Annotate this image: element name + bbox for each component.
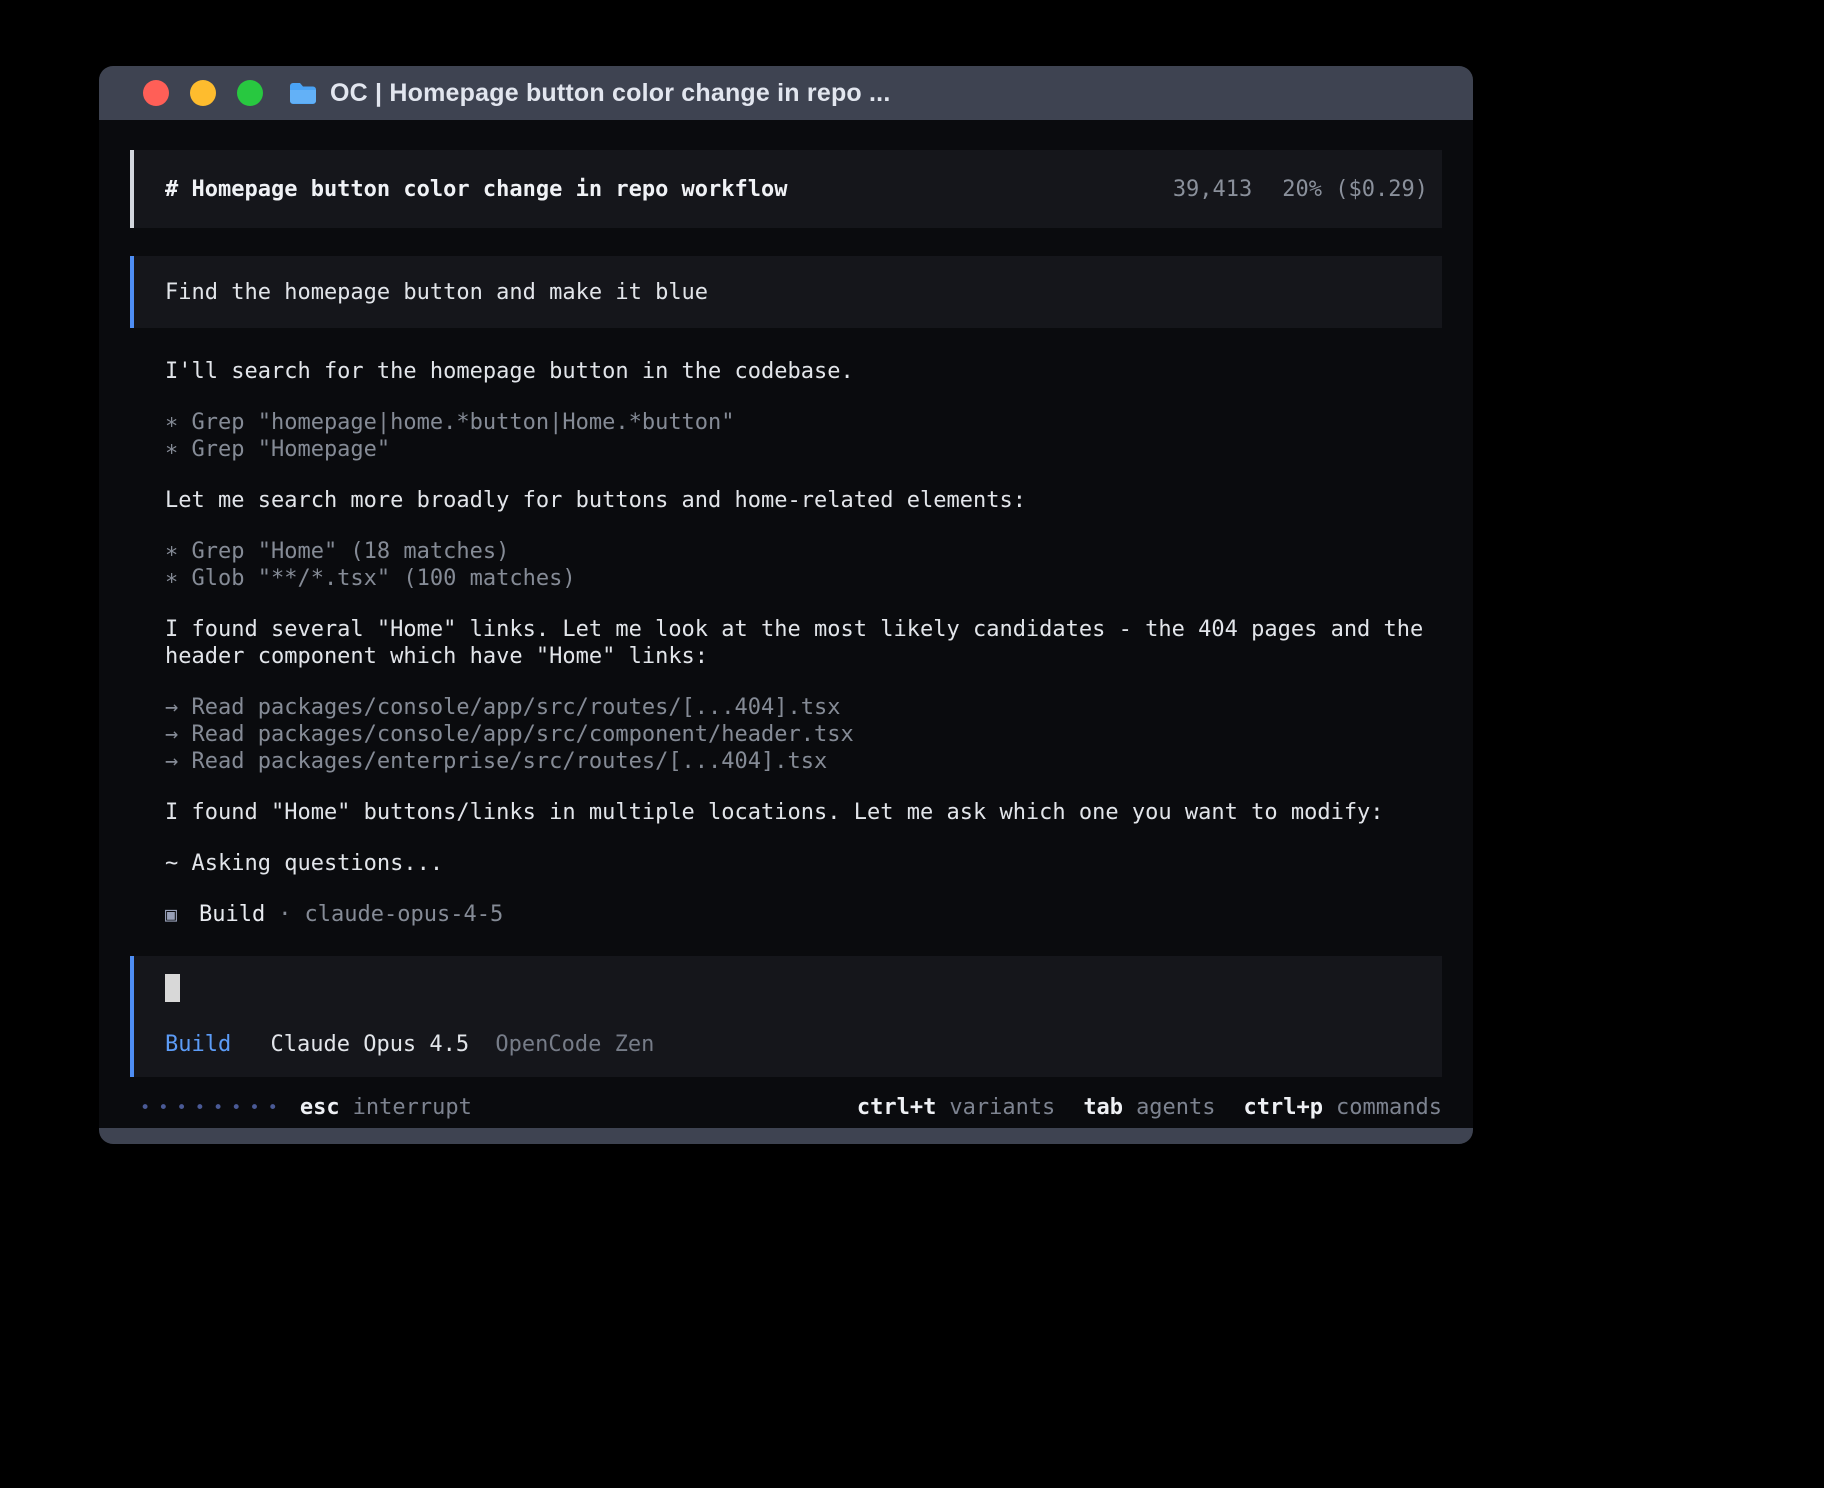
session-title: # Homepage button color change in repo w… xyxy=(165,177,788,202)
model-name: Claude Opus 4.5 xyxy=(270,1032,469,1057)
tool-calls-grep-2: ∗ Grep "Home" (18 matches) ∗ Glob "**/*.… xyxy=(165,538,1436,592)
context-cost: 20% ($0.29) xyxy=(1282,177,1428,202)
tool-call: ∗ Grep "Home" (18 matches) xyxy=(165,538,1436,565)
shortcut-commands: ctrl+p commands xyxy=(1244,1095,1442,1120)
status-left: •••••••• esc interrupt xyxy=(130,1095,472,1120)
session-header: # Homepage button color change in repo w… xyxy=(130,150,1442,228)
tool-call: → Read packages/console/app/src/componen… xyxy=(165,721,1436,748)
zoom-button[interactable] xyxy=(237,80,263,106)
assistant-text: I'll search for the homepage button in t… xyxy=(165,358,1436,385)
shortcut-variants: ctrl+t variants xyxy=(857,1095,1055,1120)
shortcut-key: ctrl+p xyxy=(1244,1095,1323,1120)
tool-call: → Read packages/console/app/src/routes/[… xyxy=(165,694,1436,721)
text-cursor xyxy=(165,974,180,1002)
traffic-lights xyxy=(143,80,263,106)
terminal-content: # Homepage button color change in repo w… xyxy=(99,120,1473,1128)
prompt-input[interactable]: Build Claude Opus 4.5 OpenCode Zen xyxy=(130,956,1442,1077)
esc-key-label: interrupt xyxy=(353,1095,472,1120)
tool-call: ∗ Glob "**/*.tsx" (100 matches) xyxy=(165,565,1436,592)
assistant-text: I found several "Home" links. Let me loo… xyxy=(165,616,1436,670)
provider-name: OpenCode Zen xyxy=(495,1032,654,1057)
folder-icon xyxy=(289,82,317,104)
agent-status-line: ▣ Build · claude-opus-4-5 xyxy=(165,901,1436,928)
tool-call: ∗ Grep "homepage|home.*button|Home.*butt… xyxy=(165,409,1436,436)
model-line: Build Claude Opus 4.5 OpenCode Zen xyxy=(165,1032,1428,1057)
status-text: ~ Asking questions... xyxy=(165,850,1436,877)
tool-calls-read: → Read packages/console/app/src/routes/[… xyxy=(165,694,1436,775)
mode-label: Build xyxy=(165,1032,231,1057)
minimize-button[interactable] xyxy=(190,80,216,106)
titlebar[interactable]: OC | Homepage button color change in rep… xyxy=(99,66,1473,120)
status-right: ctrl+t variants tab agents ctrl+p commands xyxy=(829,1095,1442,1120)
close-button[interactable] xyxy=(143,80,169,106)
esc-key-hint: esc xyxy=(300,1095,340,1120)
assistant-text: Let me search more broadly for buttons a… xyxy=(165,487,1436,514)
user-message: Find the homepage button and make it blu… xyxy=(130,256,1442,328)
tool-call: ∗ Grep "Homepage" xyxy=(165,436,1436,463)
separator-dot: · xyxy=(278,901,291,928)
shortcut-label: agents xyxy=(1136,1095,1215,1120)
tool-calls-grep-1: ∗ Grep "homepage|home.*button|Home.*butt… xyxy=(165,409,1436,463)
window-title: OC | Homepage button color change in rep… xyxy=(330,79,890,108)
session-stats: 39,413 20% ($0.29) xyxy=(1173,177,1428,202)
status-bar: •••••••• esc interrupt ctrl+t variants ta… xyxy=(130,1095,1442,1120)
shortcut-agents: tab agents xyxy=(1083,1095,1215,1120)
agent-model: claude-opus-4-5 xyxy=(305,901,504,928)
spinner-dots: •••••••• xyxy=(140,1098,286,1118)
agent-name: Build xyxy=(199,901,265,928)
tool-call: → Read packages/enterprise/src/routes/[.… xyxy=(165,748,1436,775)
token-count: 39,413 xyxy=(1173,177,1252,202)
shortcut-label: commands xyxy=(1336,1095,1442,1120)
user-message-text: Find the homepage button and make it blu… xyxy=(165,280,708,305)
shortcut-label: variants xyxy=(949,1095,1055,1120)
agent-icon: ▣ xyxy=(165,901,177,928)
shortcut-key: tab xyxy=(1083,1095,1123,1120)
assistant-text: I found "Home" buttons/links in multiple… xyxy=(165,799,1436,826)
shortcut-key: ctrl+t xyxy=(857,1095,936,1120)
conversation: I'll search for the homepage button in t… xyxy=(130,358,1442,928)
terminal-window: OC | Homepage button color change in rep… xyxy=(99,66,1473,1144)
